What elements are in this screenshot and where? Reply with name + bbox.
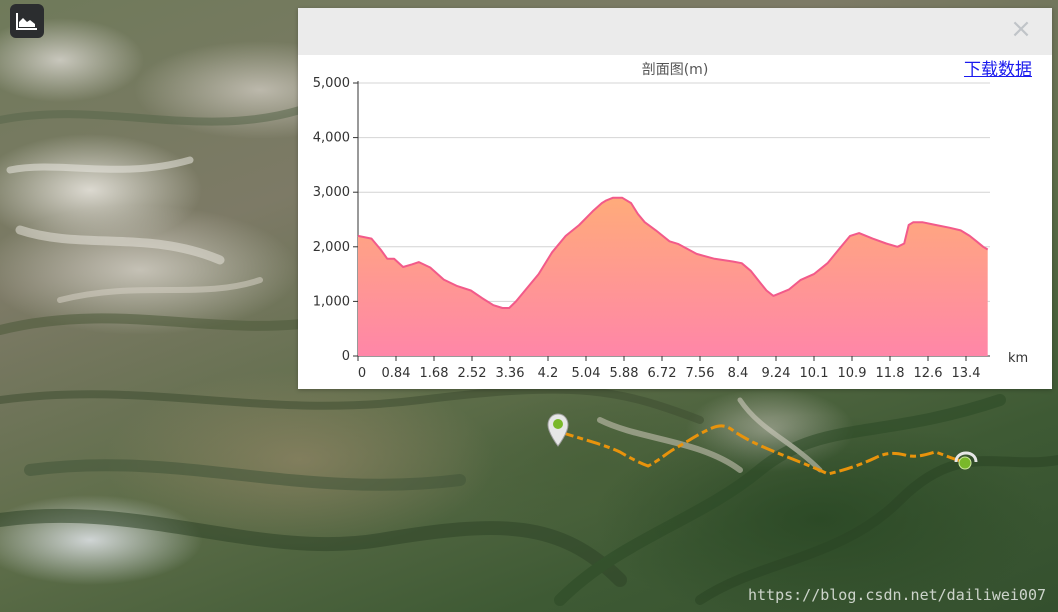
y-tick-label: 5,000 [313,76,350,91]
y-tick-label: 4,000 [313,131,350,146]
x-tick-label: 6.72 [648,366,677,381]
elevation-profile-chart: 剖面图(m) 0 1,000 2,000 3,000 4,000 5,000 0 0.84 1… [313,62,1028,381]
elevation-profile-panel: × 下载数据 剖面图(m) 0 1,000 2,000 3,000 4,000 5,000… [298,8,1052,389]
x-tick-label: 1.68 [420,366,449,381]
y-tick-label: 2,000 [313,240,350,255]
x-tick-label: 12.6 [914,366,943,381]
x-tick-label: 3.36 [496,366,525,381]
x-tick-label: 10.1 [800,366,829,381]
watermark: https://blog.csdn.net/dailiwei007 [747,586,1046,604]
end-marker-icon[interactable] [953,451,979,473]
x-tick-label: 8.4 [728,366,749,381]
area-chart-icon [16,13,37,30]
elevation-area-fill [358,197,988,356]
x-tick-label: 5.88 [610,366,639,381]
chart-title: 剖面图(m) [642,62,709,78]
panel-header [298,8,1052,55]
y-tick-label: 0 [342,349,350,364]
profile-chart-toggle-button[interactable] [10,4,44,38]
x-axis-unit-label: km [1008,351,1028,366]
x-tick-label: 11.8 [876,366,905,381]
x-tick-label: 0 [358,366,366,381]
close-icon[interactable]: × [1010,16,1032,42]
x-tick-label: 9.24 [762,366,791,381]
y-tick-label: 1,000 [313,294,350,309]
route-line[interactable] [559,424,966,476]
x-tick-label: 10.9 [838,366,867,381]
x-tick-label: 2.52 [458,366,487,381]
y-tick-label: 3,000 [313,185,350,200]
x-tick-label: 13.4 [952,366,981,381]
x-tick-label: 4.2 [538,366,559,381]
x-tick-label: 7.56 [686,366,715,381]
x-tick-label: 0.84 [382,366,411,381]
start-marker-icon[interactable] [546,412,570,448]
x-tick-label: 5.04 [572,366,601,381]
